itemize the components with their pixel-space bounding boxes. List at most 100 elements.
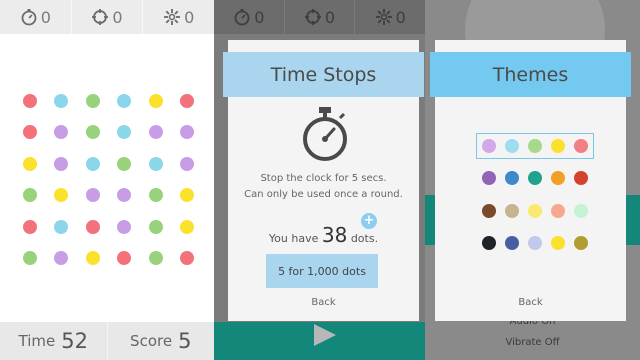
theme-swatch xyxy=(505,171,519,185)
dot[interactable] xyxy=(117,219,132,234)
stopwatch-icon xyxy=(21,9,37,26)
theme-swatch xyxy=(574,139,588,153)
shrinker-count: 0 xyxy=(112,7,123,27)
theme-swatch xyxy=(551,204,565,218)
time-stop-count: 0 xyxy=(254,7,265,27)
theme-swatch xyxy=(551,171,565,185)
dot[interactable] xyxy=(180,188,194,203)
theme-swatch xyxy=(482,171,496,185)
theme-swatch xyxy=(574,204,588,218)
vibrate-toggle[interactable]: Vibrate Off xyxy=(425,337,640,348)
time-value: 52 xyxy=(61,329,88,353)
dot[interactable] xyxy=(85,219,100,234)
dialog-title: Time Stops xyxy=(223,52,424,97)
theme-option[interactable] xyxy=(482,236,588,250)
shrinker-powerup[interactable]: 0 xyxy=(72,0,144,34)
dot[interactable] xyxy=(54,156,69,171)
dot[interactable] xyxy=(148,156,163,171)
score-display: Score 5 xyxy=(108,322,215,360)
expander-count: 0 xyxy=(184,7,195,27)
dot[interactable] xyxy=(180,156,194,171)
dot[interactable] xyxy=(23,188,37,203)
game-screen: 0 0 0 Time 52 Score 5 xyxy=(0,0,214,360)
theme-swatch xyxy=(551,236,565,250)
dot[interactable] xyxy=(148,188,163,203)
dot[interactable] xyxy=(54,219,69,234)
dot[interactable] xyxy=(85,156,100,171)
dot[interactable] xyxy=(180,251,194,265)
dot[interactable] xyxy=(117,94,132,108)
shrinker-count: 0 xyxy=(324,7,336,27)
dot[interactable] xyxy=(117,251,132,265)
dot[interactable] xyxy=(180,125,194,140)
shrinker-powerup[interactable]: 0 xyxy=(285,0,356,34)
theme-swatch xyxy=(528,171,542,185)
theme-swatch xyxy=(505,204,519,218)
dot[interactable] xyxy=(23,251,37,265)
theme-swatch xyxy=(505,139,519,153)
dot[interactable] xyxy=(85,251,100,265)
theme-swatch xyxy=(528,139,542,153)
dot[interactable] xyxy=(54,251,69,265)
dot[interactable] xyxy=(117,188,132,203)
burst-icon xyxy=(375,9,392,25)
dot[interactable] xyxy=(117,156,132,171)
theme-swatch xyxy=(505,236,519,250)
dot[interactable] xyxy=(23,156,37,171)
time-stops-dialog: Time Stops Stop the clock for 5 secs. Ca… xyxy=(223,40,424,321)
dots-balance: You have 38 dots. xyxy=(228,223,419,247)
theme-swatch xyxy=(528,204,542,218)
expander-powerup[interactable]: 0 xyxy=(143,0,214,34)
stopwatch-icon xyxy=(303,107,347,161)
themes-screen: Audio On Vibrate Off Themes Back xyxy=(425,0,640,360)
score-label: Score xyxy=(130,332,173,350)
score-value: 5 xyxy=(178,329,192,353)
back-button[interactable]: Back xyxy=(435,297,626,308)
dot[interactable] xyxy=(23,94,37,108)
dots-count: 38 xyxy=(321,223,348,247)
theme-swatch xyxy=(482,236,496,250)
theme-option[interactable] xyxy=(482,171,588,185)
theme-swatch xyxy=(574,236,588,250)
theme-swatch xyxy=(482,139,496,153)
description-line-2: Can only be used once a round. xyxy=(244,189,403,200)
dot[interactable] xyxy=(54,125,69,140)
dot[interactable] xyxy=(54,188,69,203)
status-bar: Time 52 Score 5 xyxy=(0,322,214,360)
crosshair-icon xyxy=(304,9,321,25)
dialog-title: Themes xyxy=(430,52,631,97)
dot[interactable] xyxy=(148,94,163,108)
dot[interactable] xyxy=(180,94,194,108)
theme-option-selected[interactable] xyxy=(476,133,594,159)
dot[interactable] xyxy=(23,125,37,140)
dot[interactable] xyxy=(54,94,69,108)
dot[interactable] xyxy=(117,125,132,140)
expander-powerup[interactable]: 0 xyxy=(355,0,425,34)
dot[interactable] xyxy=(23,219,37,234)
time-display: Time 52 xyxy=(0,322,108,360)
crosshair-icon xyxy=(92,9,109,25)
theme-swatch xyxy=(574,171,588,185)
powerup-bar: 0 0 0 xyxy=(214,0,425,34)
dot[interactable] xyxy=(180,219,194,234)
dot[interactable] xyxy=(85,94,100,108)
dot[interactable] xyxy=(148,219,163,234)
dot-grid xyxy=(14,87,200,273)
themes-dialog: Themes Back xyxy=(430,40,631,321)
buy-button[interactable]: 5 for 1,000 dots xyxy=(266,254,378,288)
description-line-1: Stop the clock for 5 secs. xyxy=(260,173,387,184)
time-stop-powerup[interactable]: 0 xyxy=(0,0,72,34)
back-button[interactable]: Back xyxy=(228,297,419,308)
dot[interactable] xyxy=(148,251,163,265)
stopwatch-icon xyxy=(234,9,250,26)
theme-swatch xyxy=(482,204,496,218)
time-stop-powerup[interactable]: 0 xyxy=(214,0,285,34)
dot[interactable] xyxy=(85,188,100,203)
dot[interactable] xyxy=(85,125,100,140)
time-stops-screen: 0 0 0 Time Stops Stop the clock for 5 se… xyxy=(214,0,425,360)
theme-option[interactable] xyxy=(482,204,588,218)
dot[interactable] xyxy=(148,125,163,140)
have-prefix: You have xyxy=(268,232,319,245)
powerup-description: Stop the clock for 5 secs. Can only be u… xyxy=(228,171,419,203)
burst-icon xyxy=(164,9,181,25)
